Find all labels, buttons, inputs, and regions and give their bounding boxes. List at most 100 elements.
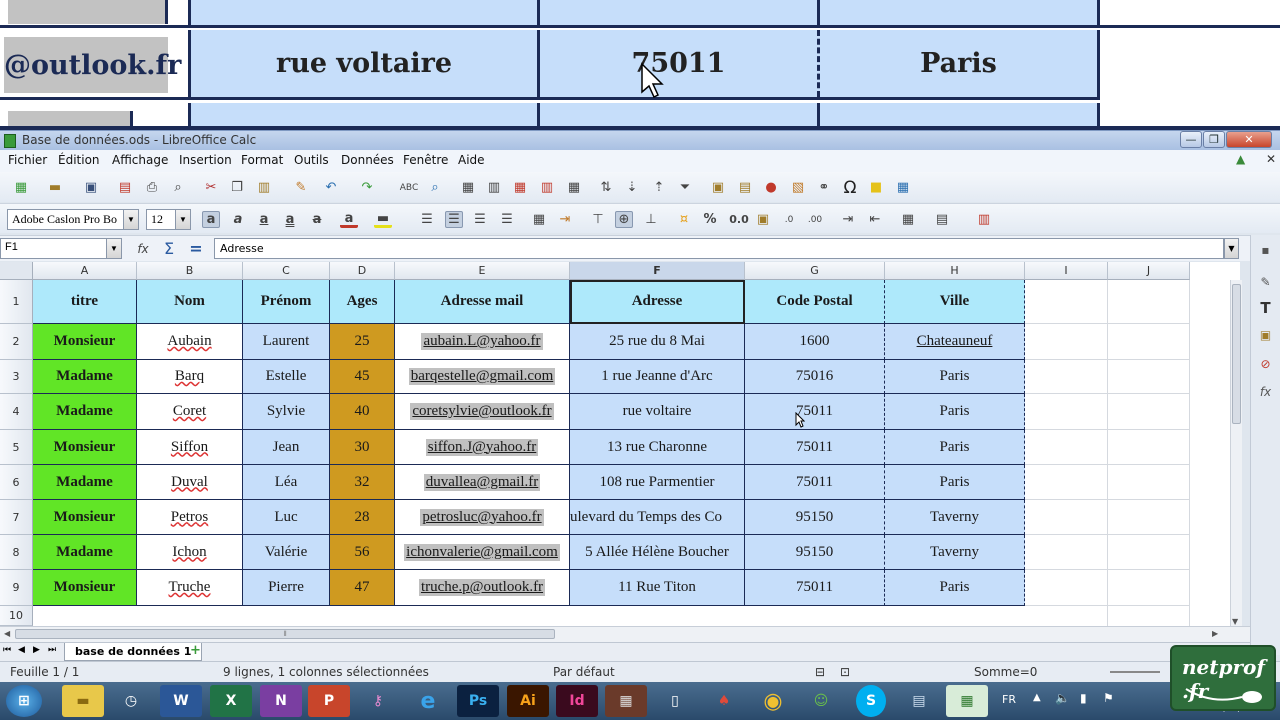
sheet-tab[interactable]: base de données 1 bbox=[64, 643, 203, 661]
chevron-down-icon[interactable]: ▼ bbox=[106, 239, 121, 258]
print-icon[interactable]: ⎙ bbox=[143, 179, 161, 196]
start-button[interactable]: ⊞ bbox=[6, 685, 42, 717]
last-sheet-icon[interactable]: ⏭ bbox=[48, 645, 56, 655]
delete-decimal-icon[interactable]: .00 bbox=[806, 211, 824, 228]
close-doc-icon[interactable]: ✕ bbox=[1266, 152, 1276, 166]
italic-icon[interactable]: a bbox=[229, 211, 247, 228]
redo-icon[interactable]: ↷ bbox=[358, 179, 376, 196]
data-cell-e9[interactable]: truche.p@outlook.fr bbox=[395, 570, 570, 606]
data-cell-b7[interactable]: Petros bbox=[137, 500, 243, 535]
data-cell-c4[interactable]: Sylvie bbox=[243, 394, 330, 430]
photoshop-icon[interactable]: Ps bbox=[457, 685, 499, 717]
copy-icon[interactable]: ❐ bbox=[228, 179, 246, 196]
data-cell-d9[interactable]: 47 bbox=[330, 570, 395, 606]
insert-mode-icon[interactable]: ⊟ bbox=[815, 665, 825, 679]
header-cell-f[interactable]: Adresse bbox=[570, 280, 745, 324]
data-cell-h2[interactable]: Chateauneuf bbox=[885, 324, 1025, 360]
data-cell-c7[interactable]: Luc bbox=[243, 500, 330, 535]
image-icon[interactable]: ▣ bbox=[709, 179, 727, 196]
column-header-d[interactable]: D bbox=[330, 262, 395, 280]
data-cell-d3[interactable]: 45 bbox=[330, 360, 395, 394]
freeze-icon[interactable]: ▦ bbox=[565, 179, 583, 196]
column-header-g[interactable]: G bbox=[745, 262, 885, 280]
network-icon[interactable]: ▤ bbox=[898, 685, 940, 717]
menu-format[interactable]: Format bbox=[241, 153, 283, 167]
data-cell-b8[interactable]: Ichon bbox=[137, 535, 243, 570]
data-cell-a9[interactable]: Monsieur bbox=[33, 570, 137, 606]
data-cell-b2[interactable]: Aubain bbox=[137, 324, 243, 360]
maximize-button[interactable]: ❐ bbox=[1203, 131, 1225, 148]
next-sheet-icon[interactable]: ▶ bbox=[33, 645, 40, 655]
row-header-6[interactable]: 6 bbox=[0, 465, 33, 500]
data-cell-a2[interactable]: Monsieur bbox=[33, 324, 137, 360]
border-style-icon[interactable]: ▤ bbox=[933, 211, 951, 228]
column-header-b[interactable]: B bbox=[137, 262, 243, 280]
align-top-icon[interactable]: ⊤ bbox=[589, 211, 607, 228]
data-cell-h4[interactable]: Paris bbox=[885, 394, 1025, 430]
sort-ascending-icon[interactable]: ⇣ bbox=[623, 179, 641, 196]
new-document-icon[interactable]: ▦ bbox=[12, 179, 30, 196]
percent-icon[interactable]: % bbox=[701, 211, 719, 228]
data-cell-e2[interactable]: aubain.L@yahoo.fr bbox=[395, 324, 570, 360]
skype-icon[interactable]: S bbox=[856, 685, 886, 717]
date-icon[interactable]: ▣ bbox=[754, 211, 772, 228]
add-decimal-icon[interactable]: .0 bbox=[780, 211, 798, 228]
font-size-box[interactable]: 12 ▼ bbox=[146, 209, 191, 230]
data-cell-g4[interactable]: 75011 bbox=[745, 394, 885, 430]
data-cell-g9[interactable]: 75011 bbox=[745, 570, 885, 606]
data-cell-e4[interactable]: coretsylvie@outlook.fr bbox=[395, 394, 570, 430]
align-bottom-icon[interactable]: ⊥ bbox=[642, 211, 660, 228]
font-color-icon[interactable]: a bbox=[340, 211, 358, 228]
column-icon[interactable]: ▥ bbox=[485, 179, 503, 196]
add-sheet-icon[interactable]: + bbox=[190, 643, 201, 658]
data-cell-c2[interactable]: Laurent bbox=[243, 324, 330, 360]
data-cell-f3[interactable]: 1 rue Jeanne d'Arc bbox=[570, 360, 745, 394]
undo-icon[interactable]: ↶ bbox=[322, 179, 340, 196]
menu-fenetre[interactable]: Fenêtre bbox=[403, 153, 448, 167]
data-cell-f4[interactable]: rue voltaire bbox=[570, 394, 745, 430]
paste-icon[interactable]: ▥ bbox=[255, 179, 273, 196]
calc-taskbar-icon[interactable]: ▦ bbox=[946, 685, 988, 717]
sort-icon[interactable]: ⇅ bbox=[597, 179, 615, 196]
minimize-button[interactable]: — bbox=[1180, 131, 1202, 148]
justify-icon[interactable]: ☰ bbox=[498, 211, 516, 228]
data-cell-d6[interactable]: 32 bbox=[330, 465, 395, 500]
chart-icon[interactable]: ▤ bbox=[736, 179, 754, 196]
internet-explorer-icon[interactable]: e bbox=[407, 685, 449, 717]
sum-icon[interactable]: Σ bbox=[160, 239, 178, 258]
wrap-text-icon[interactable]: ⇥ bbox=[556, 211, 574, 228]
menu-insertion[interactable]: Insertion bbox=[179, 153, 232, 167]
function-icon[interactable]: = bbox=[187, 239, 205, 258]
formula-input[interactable]: Adresse bbox=[214, 238, 1224, 259]
data-cell-a7[interactable]: Monsieur bbox=[33, 500, 137, 535]
scroll-thumb[interactable] bbox=[1232, 284, 1241, 424]
column-header-j[interactable]: J bbox=[1108, 262, 1190, 280]
column-header-e[interactable]: E bbox=[395, 262, 570, 280]
clock-app-icon[interactable]: ◷ bbox=[110, 685, 152, 717]
column-header-h[interactable]: H bbox=[885, 262, 1025, 280]
row-header-9[interactable]: 9 bbox=[0, 570, 33, 606]
illustrator-icon[interactable]: Ai bbox=[507, 685, 549, 717]
data-cell-b3[interactable]: Barq bbox=[137, 360, 243, 394]
decimal-format-icon[interactable]: 0.0 bbox=[727, 211, 751, 228]
data-cell-a8[interactable]: Madame bbox=[33, 535, 137, 570]
expand-formula-icon[interactable]: ▼ bbox=[1224, 238, 1239, 259]
row-header-7[interactable]: 7 bbox=[0, 500, 33, 535]
data-cell-d8[interactable]: 56 bbox=[330, 535, 395, 570]
data-cell-d4[interactable]: 40 bbox=[330, 394, 395, 430]
menu-outils[interactable]: Outils bbox=[294, 153, 329, 167]
align-right-icon[interactable]: ☰ bbox=[471, 211, 489, 228]
scroll-down-icon[interactable]: ▼ bbox=[1232, 617, 1238, 626]
data-cell-b5[interactable]: Siffon bbox=[137, 430, 243, 465]
data-cell-e7[interactable]: petrosluc@yahoo.fr bbox=[395, 500, 570, 535]
chevron-down-icon[interactable]: ▼ bbox=[175, 210, 190, 229]
row-header-5[interactable]: 5 bbox=[0, 430, 33, 465]
autofilter-icon[interactable]: ⏷ bbox=[676, 179, 694, 196]
data-cell-e5[interactable]: siffon.J@yahoo.fr bbox=[395, 430, 570, 465]
prev-sheet-icon[interactable]: ◀ bbox=[18, 645, 25, 655]
horizontal-scrollbar[interactable]: ◀ ⦀ ▶ bbox=[0, 626, 1250, 642]
print-preview-icon[interactable]: ⌕ bbox=[169, 179, 187, 196]
delete-column-icon[interactable]: ▥ bbox=[538, 179, 556, 196]
header-cell-a[interactable]: titre bbox=[33, 280, 137, 324]
column-header-a[interactable]: A bbox=[33, 262, 137, 280]
